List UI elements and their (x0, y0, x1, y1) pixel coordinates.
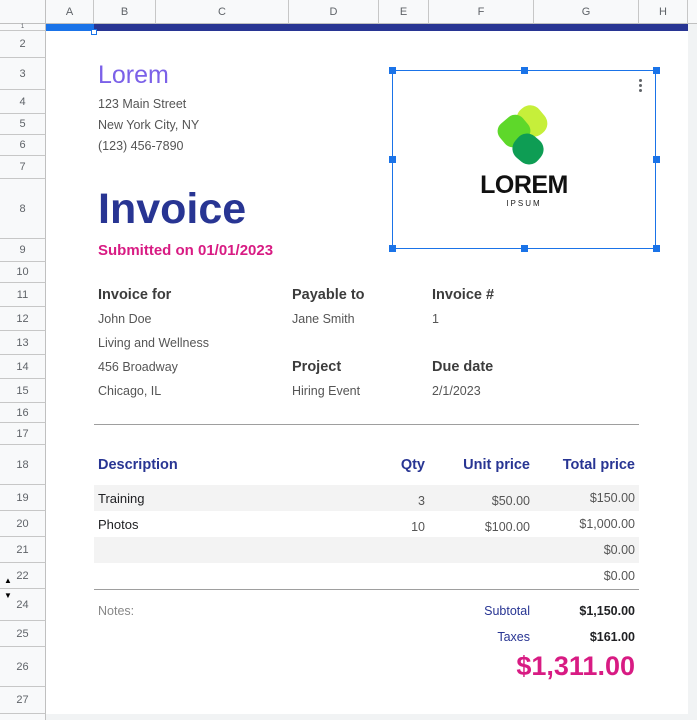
column-header-f[interactable]: F (429, 0, 534, 24)
row-header-10[interactable]: 10 (0, 262, 46, 283)
row-header-11[interactable]: 11 (0, 283, 46, 307)
invoice-number-label[interactable]: Invoice # (432, 287, 494, 303)
resize-handle-n[interactable] (521, 67, 528, 74)
invoice-title[interactable]: Invoice (98, 185, 246, 234)
row-header-6[interactable]: 6 (0, 135, 46, 156)
resize-handle-ne[interactable] (653, 67, 660, 74)
company-name[interactable]: Lorem (98, 61, 169, 90)
description-header[interactable]: Description (98, 457, 178, 473)
invoice-for-label[interactable]: Invoice for (98, 287, 171, 303)
select-all-corner[interactable] (0, 0, 46, 24)
section-divider (94, 424, 639, 425)
payable-to-value[interactable]: Jane Smith (292, 312, 355, 326)
row-header-26[interactable]: 26 (0, 647, 46, 687)
collapse-rows-icon[interactable]: ▼ (4, 592, 12, 600)
table-cell-unit-price[interactable]: $50.00 (429, 494, 530, 508)
resize-handle-w[interactable] (389, 156, 396, 163)
table-cell-qty[interactable]: 3 (379, 494, 425, 508)
table-cell-qty[interactable]: 10 (379, 520, 425, 534)
payable-to-label[interactable]: Payable to (292, 287, 365, 303)
taxes-value[interactable]: $161.00 (534, 630, 635, 644)
image-more-options-icon[interactable] (639, 79, 643, 94)
row-header-12[interactable]: 12 (0, 307, 46, 331)
row-header-3[interactable]: 3 (0, 58, 46, 90)
row-header-21[interactable]: 21 (0, 537, 46, 563)
row-header-25[interactable]: 25 (0, 621, 46, 647)
client-name[interactable]: John Doe (98, 312, 152, 326)
table-cell-description[interactable]: Training (98, 491, 144, 506)
right-gutter (688, 24, 697, 720)
logo-subtitle: IPSUM (506, 199, 542, 208)
due-date-value[interactable]: 2/1/2023 (432, 384, 481, 398)
table-cell-total[interactable]: $1,000.00 (534, 517, 635, 531)
submitted-date[interactable]: Submitted on 01/01/2023 (98, 242, 273, 259)
column-header-b[interactable]: B (94, 0, 156, 24)
company-phone[interactable]: (123) 456-7890 (98, 139, 183, 153)
table-cell-total[interactable]: $150.00 (534, 491, 635, 505)
table-cell-total[interactable]: $0.00 (534, 543, 635, 557)
row-header-19[interactable]: 19 (0, 485, 46, 511)
client-city[interactable]: Chicago, IL (98, 384, 161, 398)
selected-cell-a1[interactable] (46, 24, 94, 31)
row-header-16[interactable]: 16 (0, 403, 46, 423)
client-street[interactable]: 456 Broadway (98, 360, 178, 374)
resize-handle-nw[interactable] (389, 67, 396, 74)
row-header-8[interactable]: 8 (0, 179, 46, 239)
table-bottom-divider (94, 589, 639, 590)
table-cell-description[interactable]: Photos (98, 517, 138, 532)
row-header-17[interactable]: 17 (0, 423, 46, 445)
invoice-number-value[interactable]: 1 (432, 312, 439, 326)
row-header-27[interactable]: 27 (0, 687, 46, 714)
expand-rows-icon[interactable]: ▲ (4, 577, 12, 585)
company-city[interactable]: New York City, NY (98, 118, 199, 132)
table-cell-unit-price[interactable]: $100.00 (429, 520, 530, 534)
resize-handle-sw[interactable] (389, 245, 396, 252)
table-cell-total[interactable]: $0.00 (534, 569, 635, 583)
column-header-overflow (688, 0, 697, 24)
row-header-18[interactable]: 18 (0, 445, 46, 485)
row-header-13[interactable]: 13 (0, 331, 46, 355)
subtotal-value[interactable]: $1,150.00 (534, 604, 635, 618)
resize-handle-e[interactable] (653, 156, 660, 163)
row-header-1[interactable]: 1 (0, 24, 46, 31)
total-price-header[interactable]: Total price (534, 457, 635, 473)
row-header-2[interactable]: 2 (0, 31, 46, 58)
column-header-d[interactable]: D (289, 0, 379, 24)
column-header-e[interactable]: E (379, 0, 429, 24)
taxes-label[interactable]: Taxes (429, 630, 530, 644)
row-header-20[interactable]: 20 (0, 511, 46, 537)
fill-handle[interactable] (91, 29, 97, 35)
notes-label[interactable]: Notes: (98, 604, 134, 618)
row-header-overflow (0, 714, 46, 720)
client-company[interactable]: Living and Wellness (98, 336, 209, 350)
row-header-15[interactable]: 15 (0, 379, 46, 403)
resize-handle-se[interactable] (653, 245, 660, 252)
qty-header[interactable]: Qty (379, 457, 425, 473)
column-header-g[interactable]: G (534, 0, 639, 24)
unit-price-header[interactable]: Unit price (429, 457, 530, 473)
header-accent-bar (46, 24, 688, 31)
logo-wordmark: LOREM (480, 171, 568, 199)
bottom-gutter (46, 714, 697, 720)
leaf-logo-icon (497, 105, 548, 165)
due-date-label[interactable]: Due date (432, 359, 493, 375)
project-label[interactable]: Project (292, 359, 341, 375)
row-header-9[interactable]: 9 (0, 239, 46, 262)
column-header-c[interactable]: C (156, 0, 289, 24)
column-header-a[interactable]: A (46, 0, 94, 24)
column-header-h[interactable]: H (639, 0, 688, 24)
subtotal-label[interactable]: Subtotal (429, 604, 530, 618)
row-header-5[interactable]: 5 (0, 114, 46, 135)
grand-total[interactable]: $1,311.00 (429, 651, 635, 682)
company-street[interactable]: 123 Main Street (98, 97, 186, 111)
resize-handle-s[interactable] (521, 245, 528, 252)
project-value[interactable]: Hiring Event (292, 384, 360, 398)
row-header-14[interactable]: 14 (0, 355, 46, 379)
row-header-7[interactable]: 7 (0, 156, 46, 179)
row-header-4[interactable]: 4 (0, 90, 46, 114)
